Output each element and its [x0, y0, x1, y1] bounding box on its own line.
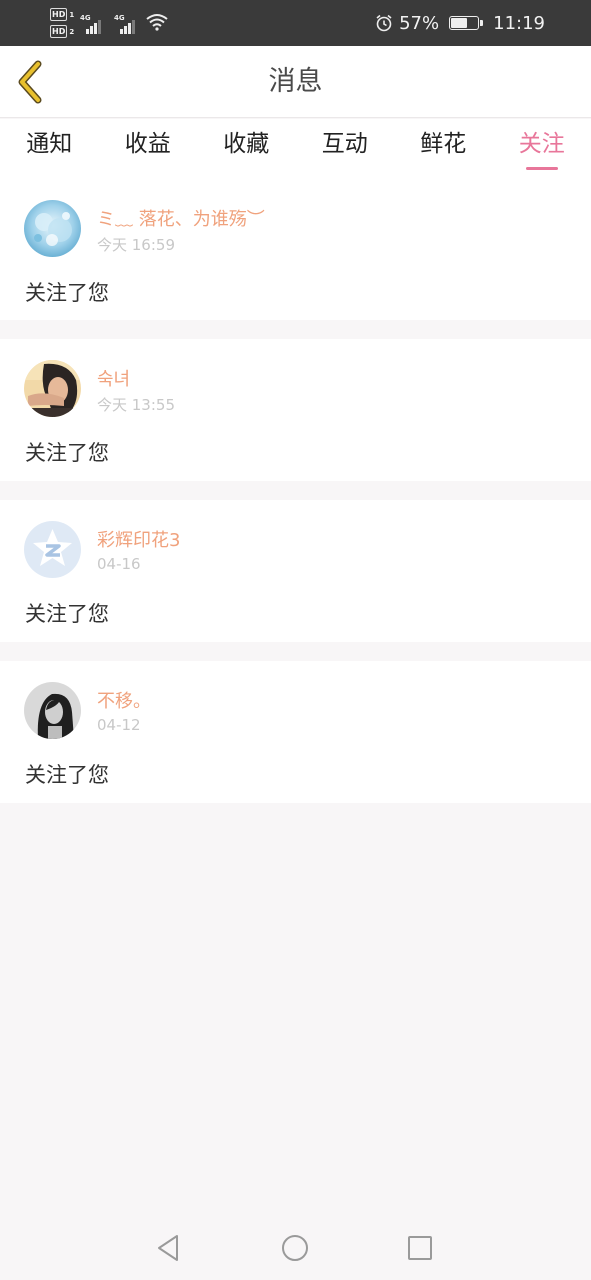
tab-earnings[interactable]: 收益 — [99, 119, 197, 179]
tab-interactions[interactable]: 互动 — [296, 119, 394, 179]
tab-favorites[interactable]: 收藏 — [197, 119, 295, 179]
status-right: 57% 11:19 — [375, 0, 545, 46]
wifi-icon — [146, 14, 168, 31]
signal-1-icon: 4G — [80, 14, 106, 34]
recents-square-icon[interactable] — [404, 1232, 436, 1264]
message-text: 关注了您 — [25, 441, 109, 465]
page-title: 消息 — [268, 66, 323, 97]
avatar[interactable] — [24, 360, 81, 417]
list-item[interactable]: ミ﹏ 落花、为谁殇︶ 今天 16:59 关注了您 — [0, 179, 591, 320]
active-tab-indicator — [525, 167, 558, 170]
hd-badge-2: HD 2 — [50, 25, 75, 38]
back-button[interactable] — [12, 60, 52, 104]
list-item[interactable]: 숙녀 今天 13:55 关注了您 — [0, 339, 591, 481]
home-circle-icon[interactable] — [279, 1232, 311, 1264]
message-list: ミ﹏ 落花、为谁殇︶ 今天 16:59 关注了您 숙녀 今天 13:55 关注了… — [0, 179, 591, 822]
default-avatar-icon — [24, 521, 81, 578]
message-text: 关注了您 — [25, 281, 109, 305]
signal-2-icon: 4G — [114, 14, 140, 34]
username[interactable]: 彩辉印花3 — [97, 526, 180, 552]
avatar[interactable] — [24, 200, 81, 257]
clock: 11:19 — [493, 12, 545, 34]
back-triangle-icon[interactable] — [153, 1232, 185, 1264]
status-bar: HD 1 HD 2 4G 4G 57% 11:19 — [0, 0, 591, 46]
username[interactable]: ミ﹏ 落花、为谁殇︶ — [97, 205, 265, 231]
chevron-left-icon — [18, 60, 42, 104]
alarm-icon — [376, 14, 392, 32]
message-text: 关注了您 — [25, 602, 109, 626]
tab-notifications[interactable]: 通知 — [0, 119, 98, 179]
username[interactable]: 不移。 — [97, 687, 151, 713]
timestamp: 04-16 — [97, 555, 141, 573]
app-header: 消息 — [0, 46, 591, 118]
timestamp: 今天 13:55 — [97, 396, 175, 414]
hd-badge-1: HD 1 — [50, 8, 75, 21]
tab-bar: 通知 收益 收藏 互动 鲜花 关注 — [0, 119, 591, 179]
avatar[interactable] — [24, 682, 81, 739]
avatar[interactable] — [24, 521, 81, 578]
list-item[interactable]: 彩辉印花3 04-16 关注了您 — [0, 500, 591, 642]
username[interactable]: 숙녀 — [97, 365, 130, 391]
timestamp: 04-12 — [97, 716, 141, 734]
list-item[interactable]: 不移。 04-12 关注了您 — [0, 661, 591, 803]
timestamp: 今天 16:59 — [97, 236, 175, 254]
tab-flowers[interactable]: 鲜花 — [394, 119, 492, 179]
status-left: HD 1 HD 2 4G 4G — [50, 6, 180, 42]
battery-percent: 57% — [399, 12, 440, 34]
system-nav-bar — [0, 1216, 591, 1280]
message-text: 关注了您 — [25, 763, 109, 787]
tab-follows[interactable]: 关注 — [493, 119, 591, 179]
battery-icon — [449, 16, 484, 30]
